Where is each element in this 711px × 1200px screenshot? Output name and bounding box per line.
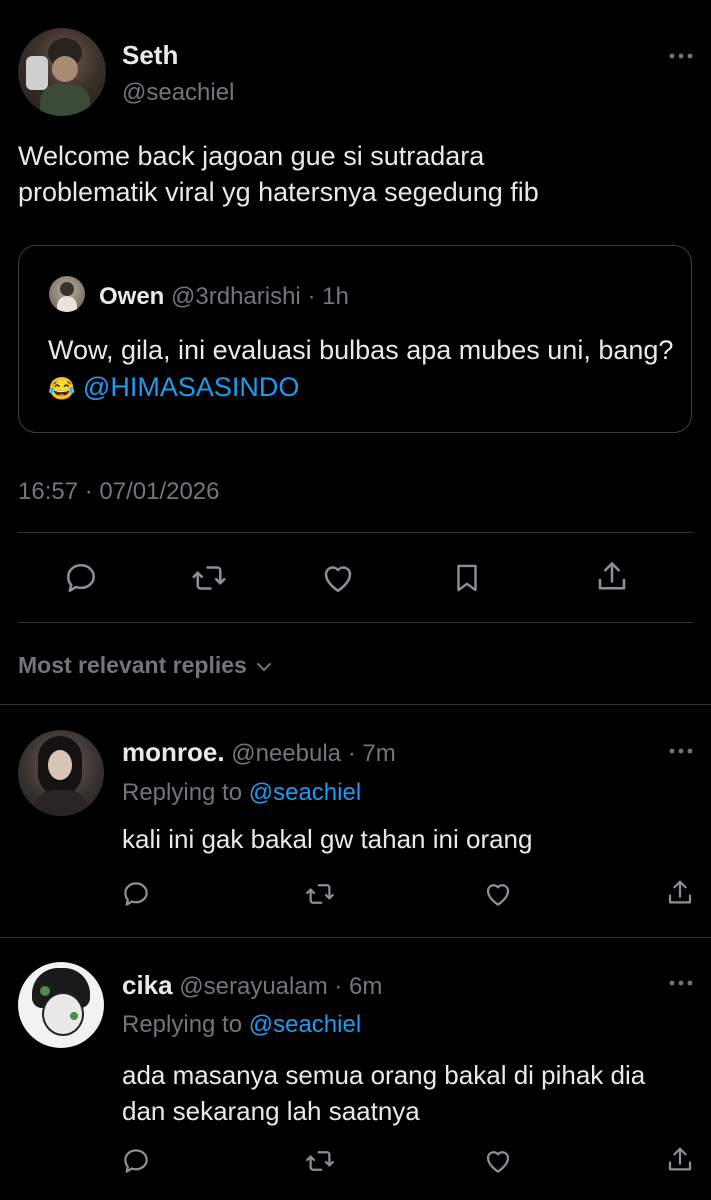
heart-icon[interactable]	[320, 560, 356, 596]
reply-time-ago: · 6m	[334, 973, 383, 1000]
reply-text: kali ini gak bakal gw tahan ini orang	[122, 824, 533, 854]
reply-text: ada masanya semua orang bakal di pihak d…	[122, 1057, 645, 1129]
replying-to-link[interactable]: @seachiel	[249, 1011, 361, 1038]
retweet-icon[interactable]	[304, 879, 336, 909]
more-horizontal-icon[interactable]	[668, 50, 694, 62]
tweet-timestamp[interactable]: 16:57 · 07/01/2026	[18, 478, 220, 506]
replies-filter-dropdown[interactable]: Most relevant replies	[18, 652, 273, 679]
reply-icon[interactable]	[121, 879, 151, 909]
author-handle[interactable]: @seachiel	[122, 79, 234, 107]
quoted-time-ago: · 1h	[307, 283, 349, 310]
reply-icon[interactable]	[121, 1146, 151, 1176]
share-icon[interactable]	[594, 558, 630, 596]
retweet-icon[interactable]	[190, 560, 228, 596]
more-horizontal-icon[interactable]	[668, 745, 694, 757]
author-name[interactable]: Seth	[122, 40, 178, 71]
share-icon[interactable]	[665, 877, 695, 909]
quoted-mention-link[interactable]: @HIMASASINDO	[83, 372, 299, 402]
reply-text-line: ada masanya semua orang bakal di pihak d…	[122, 1060, 646, 1090]
reply-author-name[interactable]: cika	[122, 970, 173, 1000]
reply-author-handle[interactable]: @neebula	[231, 740, 341, 767]
bookmark-icon[interactable]	[450, 560, 484, 596]
reply-author-handle[interactable]: @serayualam	[179, 973, 327, 1000]
replies-filter-label: Most relevant replies	[18, 652, 247, 678]
quoted-tweet-text: Wow, gila, ini evaluasi bulbas apa mubes…	[48, 332, 678, 407]
reply-icon[interactable]	[63, 560, 99, 596]
quoted-author-name[interactable]: Owen	[99, 283, 164, 310]
divider	[0, 937, 711, 938]
quoted-author-handle[interactable]: @3rdharishi	[171, 283, 301, 310]
retweet-icon[interactable]	[304, 1146, 336, 1176]
chevron-down-icon	[255, 660, 273, 674]
replying-to-link[interactable]: @seachiel	[249, 779, 361, 806]
divider	[0, 704, 711, 705]
quoted-tweet-card[interactable]: Owen @3rdharishi · 1h Wow, gila, ini eva…	[18, 245, 692, 433]
more-horizontal-icon[interactable]	[668, 977, 694, 989]
reply-author-name[interactable]: monroe.	[122, 737, 225, 767]
author-avatar[interactable]	[18, 28, 106, 116]
divider	[18, 532, 693, 533]
share-icon[interactable]	[665, 1144, 695, 1176]
quoted-author-avatar	[49, 276, 85, 312]
laughing-emoji: 😂	[48, 376, 76, 401]
tweet-text: Welcome back jagoan gue si sutradara pro…	[18, 141, 539, 207]
reply-avatar[interactable]	[18, 962, 104, 1048]
replying-to-label: Replying to	[122, 1011, 243, 1038]
reply-avatar[interactable]	[18, 730, 104, 816]
quoted-text-body: Wow, gila, ini evaluasi bulbas apa mubes…	[48, 335, 674, 365]
divider	[18, 622, 693, 623]
reply-time-ago: · 7m	[347, 740, 396, 767]
replying-to-label: Replying to	[122, 779, 243, 806]
reply-text-line: dan sekarang lah saatnya	[122, 1096, 420, 1126]
heart-icon[interactable]	[483, 879, 513, 909]
heart-icon[interactable]	[483, 1146, 513, 1176]
